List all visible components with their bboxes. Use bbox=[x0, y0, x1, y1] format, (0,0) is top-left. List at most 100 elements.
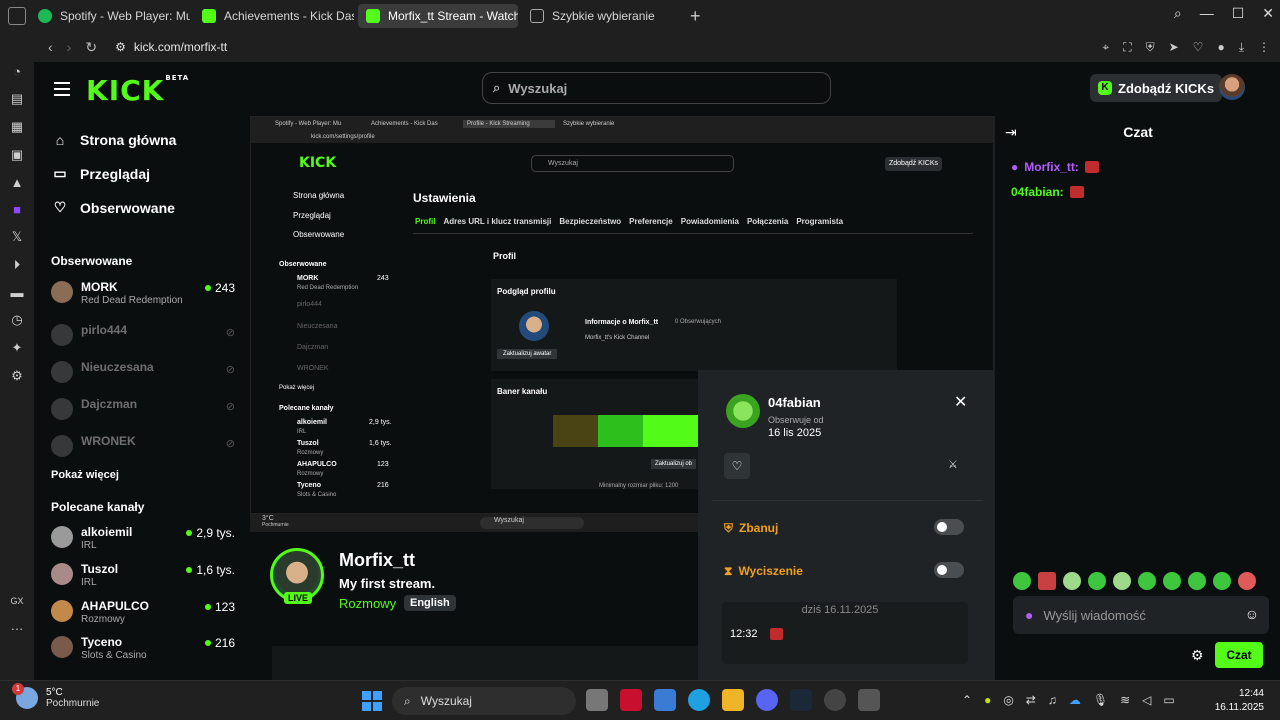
kick-logo[interactable]: KICKBETA bbox=[86, 74, 189, 107]
discord-icon[interactable] bbox=[756, 689, 778, 711]
url-field[interactable]: ⚙ kick.com/morfix-tt bbox=[115, 40, 227, 54]
hotspot-icon[interactable]: ◎ bbox=[1003, 693, 1013, 707]
emote-icon[interactable] bbox=[1213, 572, 1231, 590]
microphone-icon[interactable]: 🎙 bbox=[1093, 693, 1108, 707]
file-explorer-icon[interactable] bbox=[722, 689, 744, 711]
emote-icon[interactable] bbox=[1238, 572, 1256, 590]
recommended-channel[interactable]: alkoiemil IRL 2,9 tys. bbox=[51, 524, 235, 556]
close-icon[interactable]: ✕ bbox=[1262, 5, 1274, 22]
start-button[interactable] bbox=[362, 691, 382, 711]
history-icon[interactable]: ◷ bbox=[9, 312, 25, 328]
mute-toggle[interactable] bbox=[934, 562, 964, 578]
back-icon[interactable]: ‹ bbox=[48, 39, 53, 55]
followed-channel[interactable]: pirlo444 ⊘ bbox=[51, 322, 235, 354]
shield-icon[interactable]: ⛨ bbox=[1146, 40, 1155, 55]
app-icon[interactable] bbox=[824, 689, 846, 711]
emote-icon[interactable] bbox=[1038, 572, 1056, 590]
sidebar-item-following[interactable]: ♡ Obserwowane bbox=[52, 199, 175, 216]
screenshot-icon[interactable]: ⛶ bbox=[1123, 40, 1131, 55]
obs-icon[interactable] bbox=[858, 689, 880, 711]
get-kicks-button[interactable]: K Zdobądź KICKs bbox=[1090, 74, 1223, 102]
settings-icon[interactable]: ⚙ bbox=[9, 368, 25, 384]
download-icon[interactable]: ⤓ bbox=[1239, 40, 1244, 55]
chat-message[interactable]: 04fabian: bbox=[1011, 185, 1084, 199]
arc-icon[interactable]: ▲ bbox=[9, 175, 25, 190]
tab-stream[interactable]: Morfix_tt Stream - Watch bbox=[358, 4, 518, 28]
emote-icon[interactable] bbox=[1113, 572, 1131, 590]
tab-achievements[interactable]: Achievements - Kick Das bbox=[194, 4, 354, 28]
recommended-channel[interactable]: AHAPULCO Rozmowy 123 bbox=[51, 598, 235, 630]
chat-username[interactable]: Morfix_tt: bbox=[1024, 160, 1079, 174]
app-tray-icon[interactable]: ● bbox=[984, 693, 991, 707]
wallet-icon[interactable]: ▬ bbox=[9, 285, 25, 300]
followed-channel[interactable]: Dajczman ⊘ bbox=[51, 396, 235, 428]
minimize-icon[interactable]: — bbox=[1200, 5, 1214, 22]
new-tab-button[interactable]: + bbox=[690, 6, 701, 27]
send-icon[interactable]: ➤ bbox=[1169, 40, 1179, 55]
close-icon[interactable]: ✕ bbox=[954, 392, 967, 412]
reload-icon[interactable]: ↻ bbox=[85, 39, 97, 56]
steam-icon[interactable] bbox=[790, 689, 812, 711]
send-chat-button[interactable]: Czat bbox=[1215, 642, 1263, 668]
gx-icon[interactable]: GX bbox=[9, 596, 25, 606]
search-icon[interactable]: ⌕ bbox=[1174, 5, 1182, 22]
emoji-icon[interactable]: ☺ bbox=[1245, 606, 1259, 622]
tab-speed-dial[interactable]: Szybkie wybieranie bbox=[522, 4, 682, 28]
clock[interactable]: 12:44 16.11.2025 bbox=[1206, 687, 1264, 715]
stream-category[interactable]: Rozmowy bbox=[339, 596, 396, 611]
followed-channel[interactable]: WRONEK ⊘ bbox=[51, 433, 235, 465]
recommended-channel[interactable]: Tuszol IRL 1,6 tys. bbox=[51, 561, 235, 593]
extensions-icon[interactable]: ✦ bbox=[9, 340, 25, 356]
emote-icon[interactable] bbox=[1088, 572, 1106, 590]
forward-icon[interactable]: › bbox=[67, 39, 72, 55]
cube-icon[interactable]: ▦ bbox=[9, 119, 25, 135]
emote-icon[interactable] bbox=[1188, 572, 1206, 590]
language-tag[interactable]: English bbox=[404, 595, 456, 611]
chat-input[interactable]: ● Wyślij wiadomość ☺ bbox=[1013, 596, 1269, 634]
sidebar-item-home[interactable]: ⌂ Strona główna bbox=[52, 132, 177, 148]
taskbar-search[interactable]: ⌕ Wyszukaj bbox=[392, 687, 576, 715]
emote-icon[interactable] bbox=[1163, 572, 1181, 590]
volume-icon[interactable]: ◁ bbox=[1142, 693, 1151, 707]
bag-icon[interactable]: ▤ bbox=[9, 91, 25, 107]
weather-widget[interactable]: 1 5°C Pochmurnie bbox=[12, 683, 99, 709]
edge-icon[interactable] bbox=[688, 689, 710, 711]
pin-icon[interactable]: ⌖ bbox=[1102, 40, 1109, 55]
opera-gx-icon[interactable] bbox=[620, 689, 642, 711]
follow-button[interactable]: ♡ bbox=[724, 453, 750, 479]
recommended-channel[interactable]: Tyceno Slots & Casino 216 bbox=[51, 634, 235, 666]
chat-username[interactable]: 04fabian: bbox=[1011, 185, 1064, 199]
messenger-icon[interactable]: ▣ bbox=[9, 147, 25, 163]
heart-icon[interactable]: ♡ bbox=[1193, 40, 1204, 55]
emote-icon[interactable] bbox=[1013, 572, 1031, 590]
wifi-icon[interactable]: ≋ bbox=[1120, 693, 1130, 707]
menu-icon[interactable]: ⋮ bbox=[1258, 40, 1270, 55]
twitch-icon[interactable]: ■ bbox=[9, 202, 25, 217]
followed-channel-mork[interactable]: MORK Red Dead Redemption 243 bbox=[51, 279, 235, 311]
sidebar-item-browse[interactable]: ▭ Przeglądaj bbox=[52, 165, 150, 182]
chevron-up-icon[interactable]: ⌃ bbox=[962, 693, 972, 707]
followed-channel[interactable]: Nieuczesana ⊘ bbox=[51, 359, 235, 391]
gear-icon[interactable]: ⚙ bbox=[1191, 647, 1204, 664]
maximize-icon[interactable]: ☐ bbox=[1232, 5, 1245, 22]
player-icon[interactable]: ⏵ bbox=[9, 257, 25, 273]
onedrive-icon[interactable]: ☁ bbox=[1069, 693, 1081, 707]
moderator-icon[interactable]: ⚔ bbox=[948, 458, 958, 471]
more-icon[interactable]: … bbox=[9, 618, 25, 633]
ban-toggle[interactable] bbox=[934, 519, 964, 535]
battery-icon[interactable]: ▭ bbox=[1163, 693, 1174, 707]
show-more-button[interactable]: Pokaż więcej bbox=[51, 469, 119, 481]
emote-icon[interactable] bbox=[1063, 572, 1081, 590]
avatar[interactable] bbox=[1219, 74, 1245, 100]
task-view-icon[interactable] bbox=[586, 689, 608, 711]
tab-spotify[interactable]: Spotify - Web Player: Mu bbox=[30, 4, 190, 28]
site-info-icon[interactable]: ⚙ bbox=[115, 40, 126, 54]
audio-icon[interactable]: ♫ bbox=[1048, 693, 1057, 707]
workspaces-icon[interactable] bbox=[8, 7, 26, 25]
sync-icon[interactable]: ⇄ bbox=[1026, 693, 1036, 707]
x-icon[interactable]: 𝕏 bbox=[9, 229, 25, 245]
emote-icon[interactable] bbox=[1138, 572, 1156, 590]
chat-message[interactable]: ● Morfix_tt: bbox=[1011, 160, 1099, 174]
speed-dial-icon[interactable]: ◔ bbox=[9, 64, 25, 79]
search-input[interactable]: ⌕ Wyszukaj bbox=[482, 72, 831, 104]
